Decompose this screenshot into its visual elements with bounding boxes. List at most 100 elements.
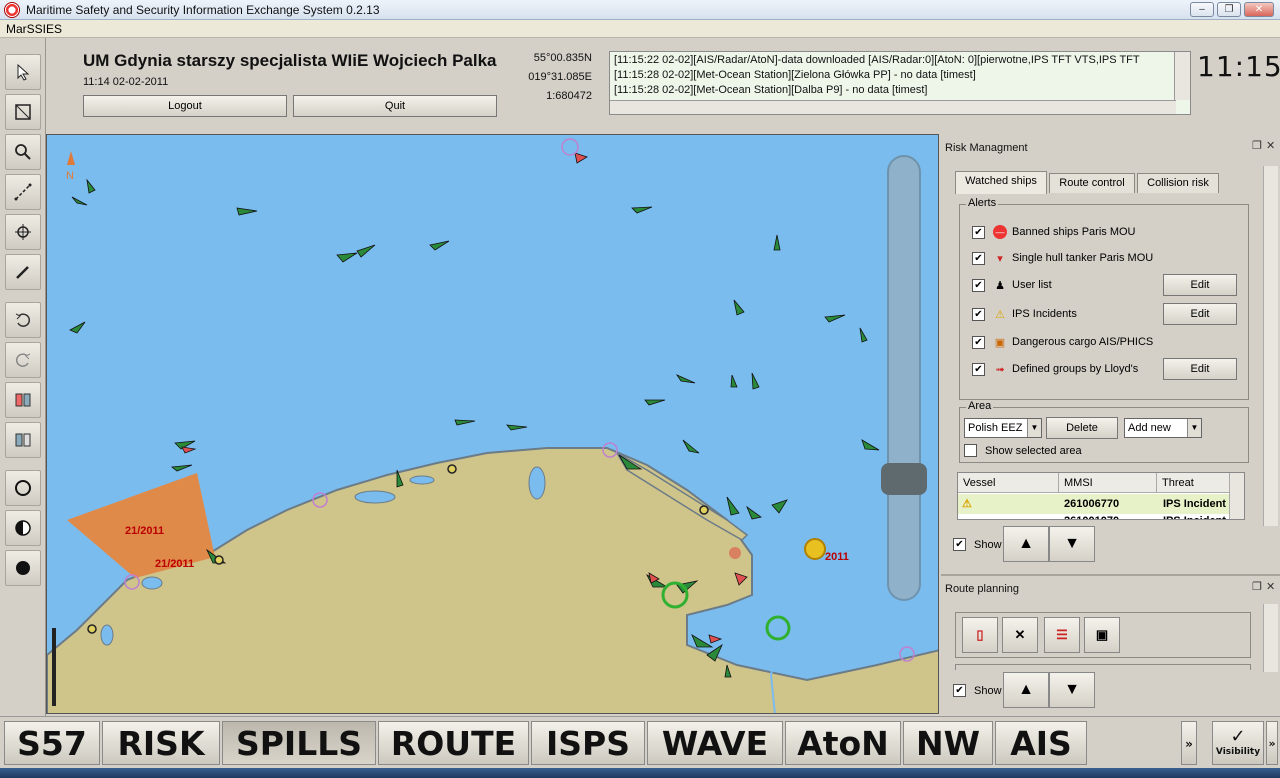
checkbox[interactable]: ✔ [972, 362, 985, 376]
chart-map[interactable]: 21/2011 21/2011 2011 N [46, 134, 939, 714]
menu-marssies[interactable]: MarSSIES [6, 22, 62, 36]
area-select[interactable]: Polish EEZ ▼ [964, 418, 1042, 438]
layer-isps-button[interactable]: ISPS [531, 721, 645, 765]
risk-panel-scrollbar[interactable] [1263, 166, 1278, 526]
log-vertical-scrollbar[interactable] [1174, 52, 1190, 100]
zoom-slider[interactable] [887, 155, 921, 601]
layer-s57-button[interactable]: S57 [4, 721, 100, 765]
checkbox[interactable]: ✔ [953, 538, 966, 551]
checkbox[interactable]: ✔ [972, 251, 985, 265]
column-header[interactable]: MMSI [1059, 473, 1157, 493]
show-watched-row[interactable]: ✔ Show [953, 538, 1002, 551]
checkbox[interactable]: ✔ [953, 684, 966, 697]
checkbox[interactable]: ✔ [972, 307, 985, 321]
log-horizontal-scrollbar[interactable] [610, 100, 1176, 114]
zoom-area-button[interactable] [5, 94, 41, 130]
visibility-label: Visibility [1215, 747, 1261, 757]
center-button[interactable] [5, 214, 41, 250]
more-tools-button[interactable]: » [1266, 721, 1278, 765]
import-route-icon[interactable]: ☰ [1044, 617, 1080, 653]
checkbox[interactable]: ✔ [972, 335, 985, 349]
anchor-marker [87, 624, 97, 634]
right-panel: Risk Managment ❐ ✕ Watched ships Route c… [941, 134, 1280, 716]
edit-user-list-button[interactable]: Edit [1163, 274, 1237, 296]
watched-ships-table[interactable]: Vessel MMSI Threat ⚠ 261006770 IPS Incid… [957, 472, 1245, 520]
layer-spills-button[interactable]: SPILLS [222, 721, 376, 765]
tab-route-control[interactable]: Route control [1049, 173, 1135, 193]
layers-button[interactable] [5, 422, 41, 458]
alerts-group: Alerts ✔ — Banned ships Paris MOU ✔ ▾ Single… [959, 197, 1249, 400]
edit-lloyds-groups-button[interactable]: Edit [1163, 358, 1237, 380]
close-icon[interactable]: ✕ [1266, 139, 1275, 152]
report-button[interactable] [5, 382, 41, 418]
event-log[interactable]: [11:15:22 02-02][AIS/Radar/AtoN]-data do… [609, 51, 1191, 115]
alert-row[interactable]: ✔ ▣ Dangerous cargo AIS/PHICS [972, 332, 1153, 352]
layer-nw-button[interactable]: NW [903, 721, 993, 765]
save-route-icon[interactable]: ▣ [1084, 617, 1120, 653]
tab-watched-ships[interactable]: Watched ships [955, 171, 1047, 194]
cargo-icon: ▣ [994, 336, 1006, 349]
alert-row[interactable]: ✔ ⚠ IPS Incidents [972, 304, 1077, 324]
menu-bar: MarSSIES [0, 20, 1280, 38]
show-selected-area-row[interactable]: Show selected area [964, 444, 1082, 457]
day-mode-button[interactable] [5, 470, 41, 506]
checkbox[interactable]: ✔ [972, 278, 985, 292]
close-button[interactable]: ✕ [1244, 2, 1274, 17]
window-title: Maritime Safety and Security Information… [26, 3, 380, 17]
redo-button[interactable] [5, 342, 41, 378]
route-down-button[interactable]: ▼ [1049, 672, 1095, 708]
zoom-button[interactable] [5, 134, 41, 170]
latitude-readout: 55°00.835N [533, 52, 592, 64]
route-panel-scrollbar[interactable] [1263, 604, 1278, 672]
more-layers-button[interactable]: » [1181, 721, 1197, 765]
layer-aton-button[interactable]: AtoN [785, 721, 901, 765]
alert-row[interactable]: ✔ — Banned ships Paris MOU [972, 222, 1136, 242]
alert-row[interactable]: ✔ ♟ User list [972, 275, 1052, 295]
draw-button[interactable] [5, 254, 41, 290]
no-entry-icon: — [993, 225, 1007, 239]
undock-icon[interactable]: ❐ [1252, 580, 1262, 593]
minimize-button[interactable]: – [1190, 2, 1214, 17]
ship-marker [644, 399, 666, 406]
undock-icon[interactable]: ❐ [1252, 139, 1262, 152]
threat-cell: IPS Incident [1163, 511, 1226, 519]
layer-risk-button[interactable]: RISK [102, 721, 220, 765]
maximize-button[interactable]: ❐ [1217, 2, 1241, 17]
logout-button[interactable]: Logout [83, 95, 287, 117]
measure-button[interactable] [5, 174, 41, 210]
select-tool-button[interactable] [5, 54, 41, 90]
dusk-mode-button[interactable] [5, 510, 41, 546]
delete-area-button[interactable]: Delete [1046, 417, 1118, 439]
route-list[interactable] [955, 664, 1251, 670]
table-scrollbar[interactable] [1229, 473, 1244, 519]
show-label: Show [974, 538, 1002, 551]
edit-ips-incidents-button[interactable]: Edit [1163, 303, 1237, 325]
alert-row[interactable]: ✔ ➟ Defined groups by Lloyd's [972, 359, 1138, 379]
alert-row[interactable]: ✔ ▾ Single hull tanker Paris MOU [972, 248, 1153, 268]
layer-route-button[interactable]: ROUTE [378, 721, 529, 765]
longitude-readout: 019°31.085E [528, 71, 592, 83]
quit-button[interactable]: Quit [293, 95, 497, 117]
night-mode-button[interactable] [5, 550, 41, 586]
move-up-button[interactable]: ▲ [1003, 526, 1049, 562]
column-header[interactable]: Vessel [958, 473, 1059, 493]
route-up-button[interactable]: ▲ [1003, 672, 1049, 708]
alert-label: Defined groups by Lloyd's [1012, 363, 1139, 375]
delete-route-icon[interactable]: ✕ [1002, 617, 1038, 653]
new-route-icon[interactable]: ▯ [962, 617, 998, 653]
layer-ais-button[interactable]: AIS [995, 721, 1087, 765]
checkbox[interactable]: ✔ [972, 225, 985, 239]
undo-button[interactable] [5, 302, 41, 338]
tab-collision-risk[interactable]: Collision risk [1137, 173, 1219, 193]
add-area-select[interactable]: Add new ▼ [1124, 418, 1202, 438]
visibility-button[interactable]: ✓ Visibility [1212, 721, 1264, 765]
close-icon[interactable]: ✕ [1266, 580, 1275, 593]
window-titlebar: Maritime Safety and Security Information… [0, 0, 1280, 20]
show-route-row[interactable]: ✔ Show [953, 684, 1002, 697]
move-down-button[interactable]: ▼ [1049, 526, 1095, 562]
layer-wave-button[interactable]: WAVE [647, 721, 783, 765]
checkbox[interactable] [964, 444, 977, 457]
column-header[interactable]: Threat [1157, 473, 1231, 493]
zoom-slider-thumb[interactable] [881, 463, 927, 495]
ship-marker [824, 314, 846, 323]
